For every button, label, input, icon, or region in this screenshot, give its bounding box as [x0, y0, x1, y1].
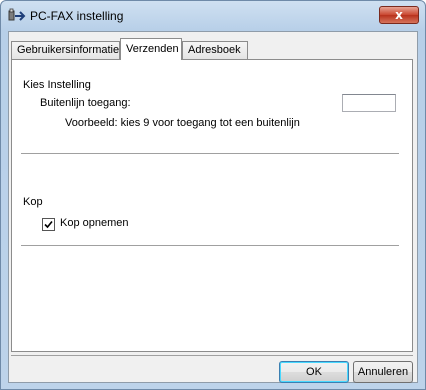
section-divider: [21, 153, 399, 155]
example-text: Voorbeeld: kies 9 voor toegang tot een b…: [65, 117, 300, 129]
checkmark-icon: [44, 220, 53, 229]
outside-line-input[interactable]: [342, 94, 396, 112]
verzenden-panel: Kies Instelling Buitenlijn toegang: Voor…: [11, 59, 413, 352]
dial-settings-heading: Kies Instelling: [23, 79, 91, 91]
pc-fax-settings-window: PC-FAX instelling x Gebruikersinformatie…: [0, 0, 426, 390]
window-title: PC-FAX instelling: [30, 9, 124, 23]
section-divider: [21, 245, 399, 247]
header-section-heading: Kop: [23, 196, 43, 208]
include-header-label[interactable]: Kop opnemen: [60, 217, 129, 229]
dialog-client-area: Gebruikersinformatie Verzenden Adresboek…: [8, 31, 418, 383]
tab-gebruikersinformatie[interactable]: Gebruikersinformatie: [11, 41, 120, 59]
title-bar[interactable]: PC-FAX instelling x: [1, 1, 425, 31]
include-header-checkbox[interactable]: [42, 218, 55, 231]
tab-adresboek[interactable]: Adresboek: [182, 41, 248, 59]
button-area-divider: [11, 355, 413, 356]
close-button[interactable]: x: [379, 6, 419, 24]
outside-line-label: Buitenlijn toegang:: [40, 97, 131, 109]
pc-fax-app-icon: [8, 8, 26, 24]
tab-verzenden[interactable]: Verzenden: [120, 38, 182, 60]
cancel-button[interactable]: Annuleren: [353, 361, 413, 383]
ok-button[interactable]: OK: [279, 361, 349, 383]
close-icon: x: [395, 8, 403, 22]
